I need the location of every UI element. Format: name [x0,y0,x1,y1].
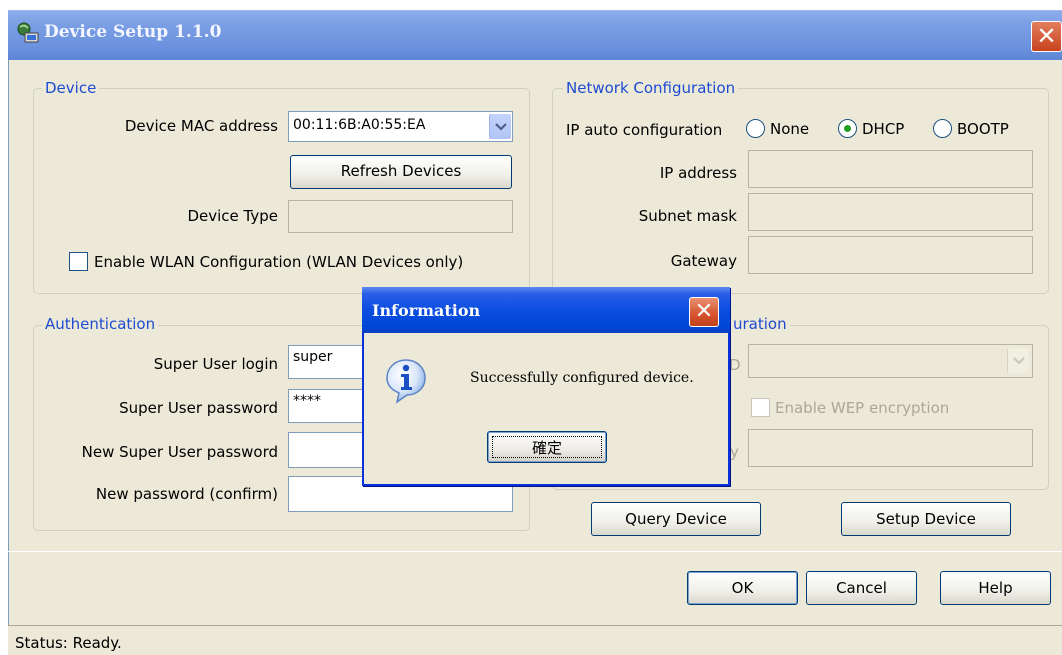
gateway-label: Gateway [670,252,737,270]
close-icon: ✕ [1036,22,1057,50]
ip-address-field [748,150,1033,188]
device-type-field [288,200,513,233]
mac-address-dropdown[interactable]: 00:11:6B:A0:55:EA [288,111,513,142]
dialog-confirm-label: 確定 [492,436,602,458]
radio-none[interactable] [746,119,765,138]
separator [8,551,1062,552]
wlan-partial-label-2: y [730,443,739,461]
radio-none-label: None [770,120,810,138]
mac-address-value: 00:11:6B:A0:55:EA [293,117,426,133]
new-password-label: New Super User password [81,443,278,461]
subnet-mask-field [748,193,1033,231]
mac-address-label: Device MAC address [124,117,278,135]
cancel-button[interactable]: Cancel [806,571,917,605]
close-button[interactable]: ✕ [1031,21,1062,52]
refresh-devices-button[interactable]: Refresh Devices [290,155,512,189]
information-icon [385,358,427,404]
super-user-password-label: Super User password [119,399,278,417]
ip-address-label: IP address [659,164,737,182]
device-group-label: Device [42,79,100,97]
radio-dhcp[interactable] [838,119,857,138]
super-user-password-value: **** [293,393,321,409]
help-button[interactable]: Help [940,571,1051,605]
wlan-key-field [748,429,1033,467]
super-user-login-label: Super User login [153,355,278,373]
status-text: Status: Ready. [15,634,122,652]
mac-dropdown-button[interactable] [489,114,511,139]
dialog-confirm-button[interactable]: 確定 [487,431,607,463]
query-device-button[interactable]: Query Device [591,502,761,536]
confirm-password-label: New password (confirm) [95,485,278,503]
wlan-config-label: Enable WLAN Configuration (WLAN Devices … [94,253,464,271]
authentication-group-label: Authentication [42,315,159,333]
radio-dhcp-label: DHCP [862,120,905,138]
wlan-group-label: uration [725,315,790,333]
super-user-login-value: super [293,349,333,365]
dialog-title: Information [372,301,481,320]
radio-bootp-label: BOOTP [957,120,1009,138]
wlan-partial-label-1: D [729,356,741,374]
status-bar [8,625,1062,655]
chevron-down-icon [495,123,507,131]
gateway-field [748,236,1033,274]
dialog-close-button[interactable]: ✕ [689,297,719,327]
radio-bootp[interactable] [933,119,952,138]
setup-device-button[interactable]: Setup Device [841,502,1011,536]
wep-encryption-label: Enable WEP encryption [775,399,950,417]
close-icon: ✕ [694,299,714,324]
wlan-mode-dropdown [748,344,1033,378]
subnet-mask-label: Subnet mask [638,207,737,225]
window-title: Device Setup 1.1.0 [44,22,222,42]
device-type-label: Device Type [187,207,278,225]
wep-encryption-checkbox [751,398,770,417]
app-icon [16,22,40,44]
dialog-message: Successfully configured device. [470,370,694,386]
wlan-config-checkbox[interactable] [69,252,88,271]
ok-button[interactable]: OK [687,571,798,605]
wlan-dropdown-button [1007,348,1029,373]
network-group-label: Network Configuration [563,79,739,97]
ip-auto-config-label: IP auto configuration [566,121,723,139]
chevron-down-icon [1013,357,1025,365]
